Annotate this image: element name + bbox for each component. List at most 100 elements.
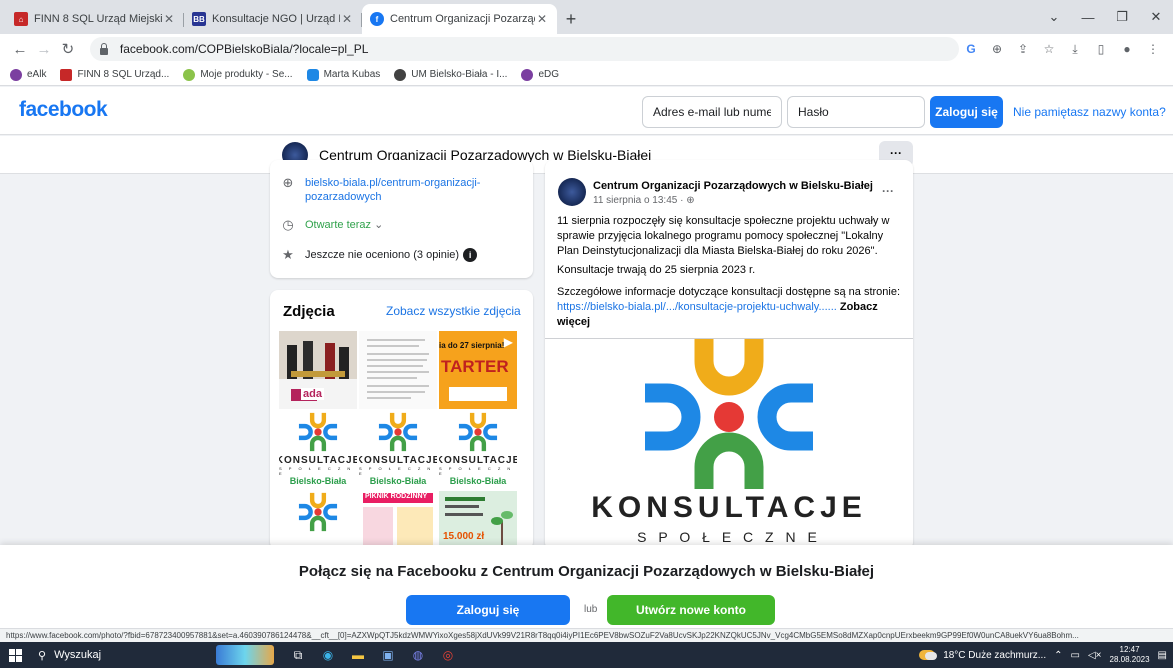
photo-thumbnail[interactable]: PIKNIK RODZINNY xyxy=(359,491,437,550)
forward-icon[interactable]: → xyxy=(32,41,56,58)
reload-icon[interactable]: ↻ xyxy=(56,40,80,58)
bookmark-item[interactable]: UM Bielsko-Biała - I... xyxy=(394,68,507,81)
restore-icon[interactable]: ❐ xyxy=(1105,9,1139,25)
see-all-photos-link[interactable]: Zobacz wszystkie zdjęcia xyxy=(386,304,521,318)
photo-thumbnail[interactable]: ada xyxy=(279,331,357,409)
banner-or-text: lub xyxy=(584,604,598,615)
bookmark-item[interactable]: eAlk xyxy=(10,68,46,81)
login-banner: Połącz się na Facebooku z Centrum Organi… xyxy=(0,545,1173,628)
bookmark-icon xyxy=(521,68,534,81)
banner-login-button[interactable]: Zaloguj się xyxy=(406,595,570,625)
address-bar[interactable]: facebook.com/COPBielskoBiala/?locale=pl_… xyxy=(89,37,959,61)
download-icon[interactable]: ⤓ xyxy=(1063,42,1087,57)
photo-text: 15.000 zł xyxy=(443,531,485,542)
play-icon: ▶ xyxy=(503,335,513,349)
facebook-logo[interactable]: facebook xyxy=(19,98,108,122)
notifications-icon[interactable]: ▤ xyxy=(1158,650,1167,661)
bookmark-item[interactable]: FINN 8 SQL Urząd... xyxy=(60,68,169,81)
share-icon[interactable]: ⇪ xyxy=(1011,42,1035,56)
rating-row: ★ Jeszcze nie oceniono (3 opinie) i xyxy=(281,248,478,262)
photos-heading: Zdjęcia xyxy=(283,303,335,320)
lock-icon xyxy=(99,42,108,55)
create-account-button[interactable]: Utwórz nowe konto xyxy=(607,595,775,625)
close-window-icon[interactable]: ✕ xyxy=(1139,9,1173,25)
close-icon[interactable]: ✕ xyxy=(340,12,354,26)
bookmark-icon xyxy=(306,68,319,81)
post-image-subtext: S P O Ł E C Z N E xyxy=(637,529,821,545)
banner-title: Połącz się na Facebooku z Centrum Organi… xyxy=(298,563,875,580)
post-link[interactable]: https://bielsko-biala.pl/.../konsultacje… xyxy=(557,301,837,313)
open-status[interactable]: Otwarte teraz ⌄ xyxy=(305,218,383,231)
post-paragraph: Konsultacje trwają do 25 sierpnia 2023 r… xyxy=(557,264,756,276)
back-icon[interactable]: ← xyxy=(8,41,32,58)
post-author-avatar[interactable] xyxy=(558,178,586,206)
tab-title: Konsultacje NGO | Urząd Miejski xyxy=(212,13,340,25)
google-icon[interactable]: G xyxy=(959,42,983,56)
tab-konsultacje[interactable]: BB Konsultacje NGO | Urząd Miejski ✕ xyxy=(184,4,362,34)
konsultacje-logo xyxy=(378,412,418,452)
post-image-text: KONSULTACJE xyxy=(591,491,867,524)
new-tab-button[interactable]: + xyxy=(557,4,585,34)
bookmarks-bar: eAlk FINN 8 SQL Urząd... Moje produkty -… xyxy=(0,64,1173,86)
bookmark-item[interactable]: Marta Kubas xyxy=(306,68,380,81)
bank-icon: ⌂ xyxy=(14,12,28,26)
photo-thumbnail[interactable]: KONSULTACJE S P O Ł E C Z N E Bielsko-Bi… xyxy=(439,411,517,489)
task-view-icon[interactable]: ⧉ xyxy=(288,646,308,664)
start-button[interactable] xyxy=(0,642,30,668)
bank-icon xyxy=(60,68,73,81)
profile-icon[interactable]: ● xyxy=(1115,42,1139,56)
password-field[interactable] xyxy=(787,96,925,128)
website-link[interactable]: bielsko-biala.pl/centrum-organizacji- po… xyxy=(305,176,480,204)
photo-thumbnail[interactable]: 15.000 zł xyxy=(439,491,517,550)
chevron-down-icon: ⌄ xyxy=(374,219,384,231)
store-icon[interactable]: ▣ xyxy=(378,646,398,664)
photo-thumbnail[interactable]: KONSULTACJE S P O Ł E C Z N E Bielsko-Bi… xyxy=(279,411,357,489)
network-icon[interactable]: ▭ xyxy=(1071,650,1080,661)
weather-text[interactable]: 18°C Duże zachmurz... xyxy=(943,650,1046,661)
bookmark-item[interactable]: Moje produkty - Se... xyxy=(183,68,293,81)
post-author[interactable]: Centrum Organizacji Pozarządowych w Biel… xyxy=(593,180,873,192)
toolbar-icons: G ⊕ ⇪ ☆ ⤓ ▯ ● ⋮ xyxy=(959,42,1165,57)
tab-facebook-active[interactable]: f Centrum Organizacji Pozarządow ✕ xyxy=(362,4,557,34)
forgot-account-link[interactable]: Nie pamiętasz nazwy konta? xyxy=(1013,105,1166,119)
menu-icon[interactable]: ⋮ xyxy=(1141,42,1165,56)
photo-text: TARTER xyxy=(441,357,509,376)
post-options-button[interactable]: ··· xyxy=(882,184,894,198)
facebook-icon: f xyxy=(370,12,384,26)
close-icon[interactable]: ✕ xyxy=(162,12,176,26)
post-date[interactable]: 11 sierpnia o 13:45 · ⊕ xyxy=(593,195,695,206)
chrome-icon[interactable]: ◎ xyxy=(438,646,458,664)
clock-icon: ◷ xyxy=(282,217,294,232)
file-explorer-icon[interactable]: ▬ xyxy=(348,646,368,664)
post-paragraph: Szczegółowe informacje dotyczące konsult… xyxy=(557,286,901,328)
edge-icon[interactable]: ◉ xyxy=(318,646,338,664)
teams-icon[interactable]: ◍ xyxy=(408,646,428,664)
facebook-header: facebook Zaloguj się Nie pamiętasz nazwy… xyxy=(0,87,1173,135)
status-bar-url: https://www.facebook.com/photo/?fbid=678… xyxy=(0,628,1173,642)
post-image[interactable]: KONSULTACJE S P O Ł E C Z N E xyxy=(545,338,913,550)
bookmark-item[interactable]: eDG xyxy=(521,68,559,81)
tray-arrow-icon[interactable]: ⌃ xyxy=(1054,650,1062,661)
photo-thumbnail[interactable]: KONSULTACJE S P O Ł E C Z N E Bielsko-Bi… xyxy=(359,411,437,489)
star-icon[interactable]: ☆ xyxy=(1037,42,1061,56)
sidepanel-icon[interactable]: ▯ xyxy=(1089,42,1113,56)
search-icon: ⚲ xyxy=(38,649,47,662)
tab-finn[interactable]: ⌂ FINN 8 SQL Urząd Miejski w Biel ✕ xyxy=(6,4,184,34)
minimize-icon[interactable]: — xyxy=(1071,10,1105,25)
post-paragraph: 11 sierpnia rozpoczęły się konsultacje s… xyxy=(557,215,890,257)
close-icon[interactable]: ✕ xyxy=(535,12,549,26)
translate-icon[interactable]: ⊕ xyxy=(985,42,1009,56)
info-icon[interactable]: i xyxy=(463,248,478,262)
photo-thumbnail[interactable] xyxy=(279,491,357,550)
search-highlight-image[interactable] xyxy=(216,645,274,665)
post-card: Centrum Organizacji Pozarządowych w Biel… xyxy=(545,160,913,550)
tab-search-icon[interactable]: ⌄ xyxy=(1037,9,1071,25)
rating-text: Jeszcze nie oceniono (3 opinie) xyxy=(305,248,460,261)
email-field[interactable] xyxy=(642,96,782,128)
clock[interactable]: 12:47 28.08.2023 xyxy=(1110,645,1150,665)
volume-icon[interactable]: ◁× xyxy=(1088,650,1102,661)
taskbar-search[interactable]: ⚲ Wyszukaj xyxy=(30,642,178,668)
photo-thumbnail[interactable] xyxy=(359,331,437,409)
photo-thumbnail[interactable]: ia do 27 sierpnia! TARTER ▶ xyxy=(439,331,517,409)
login-button[interactable]: Zaloguj się xyxy=(930,96,1003,128)
